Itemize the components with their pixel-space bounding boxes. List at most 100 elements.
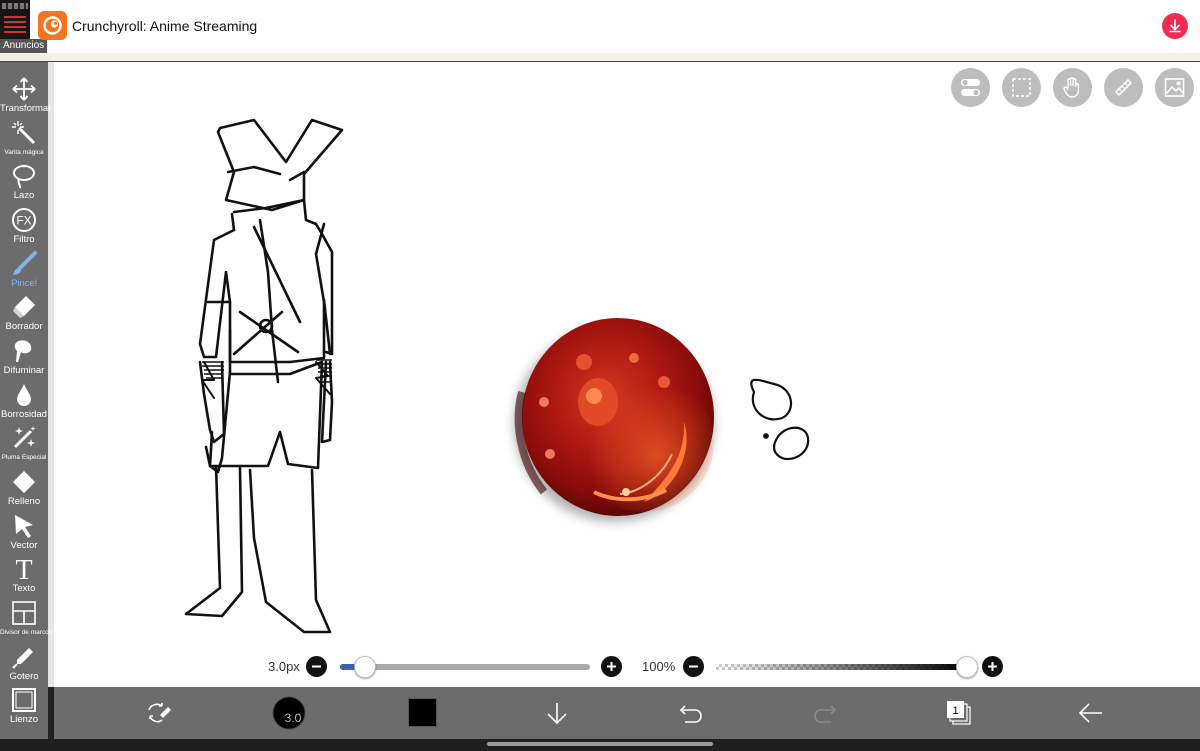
crunchyroll-logo-icon[interactable] [38, 11, 67, 40]
move-arrows-icon [12, 77, 36, 101]
hand-icon [1063, 77, 1080, 98]
ruler-icon [1114, 78, 1133, 97]
tool-label: Difuminar [3, 365, 45, 376]
brush-size-track[interactable] [340, 664, 590, 670]
tool-transformar[interactable]: Transformar [0, 76, 52, 114]
tool-label: Texto [12, 583, 36, 594]
opacity-increase-button[interactable] [982, 656, 1003, 677]
tool-label: Lienzo [10, 714, 38, 725]
image-button[interactable] [1155, 68, 1194, 107]
ad-divider [0, 53, 1200, 61]
brush-size-value: 3.0px [268, 659, 300, 674]
tool-label: Borrador [5, 321, 43, 332]
home-handle[interactable] [487, 742, 713, 746]
layers-icon: 1 [947, 701, 971, 725]
tool-label: Pluma Especial [1, 454, 47, 461]
brush-size-slider[interactable]: 3.0px [268, 656, 628, 678]
back-arrow-icon [1078, 703, 1102, 723]
plus-icon [607, 662, 616, 671]
drawing-canvas[interactable] [54, 62, 1200, 687]
tool-pluma-especial[interactable]: Pluma Especial [0, 425, 48, 463]
tool-pincel[interactable]: Pincel [0, 251, 48, 289]
blur-finger-icon [14, 340, 32, 362]
tool-varita-magica[interactable]: Varita mágica [0, 120, 48, 158]
drop-icon [17, 384, 31, 406]
eyedropper-icon [12, 648, 33, 669]
ad-thumbnail[interactable] [0, 0, 30, 40]
download-icon[interactable] [1162, 13, 1188, 39]
brush-icon [13, 251, 37, 275]
frame-divider-icon [12, 601, 36, 625]
fill-bucket-icon [13, 471, 35, 493]
tool-texto[interactable]: T Texto [0, 554, 48, 594]
brush-size-thumb[interactable] [354, 656, 376, 678]
figure-sketch [184, 118, 344, 634]
minus-icon [312, 665, 321, 668]
brush-indicator-text: 3.0 [285, 711, 302, 725]
tool-lazo[interactable]: Lazo [0, 163, 48, 201]
undo-button[interactable] [676, 687, 706, 739]
redo-button[interactable] [810, 687, 840, 739]
download-arrow-button[interactable] [542, 687, 572, 739]
system-navigation-bar [0, 739, 1200, 751]
selection-button[interactable] [1002, 68, 1041, 107]
minus-icon [689, 665, 698, 668]
selection-icon [1012, 78, 1031, 97]
tool-divisor-de-marcos[interactable]: Divisor de marcos [0, 600, 53, 638]
circle-doodles [750, 378, 810, 461]
tool-borrador[interactable]: Borrador [0, 294, 48, 332]
opacity-decrease-button[interactable] [683, 656, 704, 677]
lasso-icon [13, 165, 35, 189]
svg-text:T: T [15, 555, 32, 582]
opacity-slider[interactable]: 100% [642, 656, 1004, 678]
tool-vector[interactable]: Vector [0, 513, 48, 551]
tool-label: Transformar [0, 103, 52, 114]
brush-size-increase-button[interactable] [601, 656, 622, 677]
tool-relleno[interactable]: Relleno [0, 469, 48, 507]
hand-button[interactable] [1053, 68, 1092, 107]
tool-filtro[interactable]: FX Filtro [0, 207, 48, 245]
ruler-button[interactable] [1104, 68, 1143, 107]
opacity-thumb[interactable] [956, 656, 978, 678]
svg-text:FX: FX [16, 214, 31, 228]
tool-label: Borrosidad [1, 409, 47, 420]
undo-icon [679, 705, 702, 723]
brush-size-indicator[interactable]: 3.0 [272, 687, 308, 739]
ad-tag: Anuncios [0, 39, 48, 53]
magic-wand-icon [12, 121, 36, 145]
plus-icon [988, 662, 997, 671]
layers-button[interactable]: 1 [944, 687, 974, 739]
brush-size-decrease-button[interactable] [306, 656, 327, 677]
tool-label: Filtro [13, 234, 35, 245]
tool-label: Gotero [9, 671, 39, 682]
tool-difuminar[interactable]: Difuminar [0, 338, 48, 376]
bottom-toolbar: 3.0 1 [54, 687, 1200, 739]
tool-label: Varita mágica [4, 149, 44, 156]
text-icon: T [15, 555, 32, 582]
download-arrow-icon [547, 703, 567, 725]
current-color [408, 698, 437, 727]
back-button[interactable] [1076, 687, 1106, 739]
eraser-icon [13, 296, 35, 318]
opacity-track[interactable] [716, 664, 968, 670]
tool-borrosidad[interactable]: Borrosidad [0, 382, 48, 420]
tool-gotero[interactable]: Gotero [0, 644, 48, 682]
tool-label: Lazo [13, 190, 35, 201]
redo-icon [814, 705, 837, 723]
color-swatch[interactable] [408, 687, 438, 739]
tool-label: Divisor de marcos [0, 629, 53, 636]
sparkle-pen-icon [13, 426, 36, 449]
opacity-value: 100% [642, 659, 676, 674]
toggle-button[interactable] [951, 68, 990, 107]
image-icon [1164, 78, 1185, 97]
canvas-icon [12, 688, 36, 712]
ad-app-title[interactable]: Crunchyroll: Anime Streaming [72, 18, 257, 34]
tool-lienzo[interactable]: Lienzo [0, 687, 48, 725]
swap-tool-button[interactable] [142, 687, 174, 739]
tool-label: Relleno [7, 496, 41, 507]
canvas-artwork [184, 118, 810, 634]
ad-banner[interactable]: Anuncios Crunchyroll: Anime Streaming [0, 0, 1200, 53]
toggle-icon [961, 79, 980, 96]
red-orb [514, 318, 714, 522]
swap-tool-icon [148, 703, 171, 723]
